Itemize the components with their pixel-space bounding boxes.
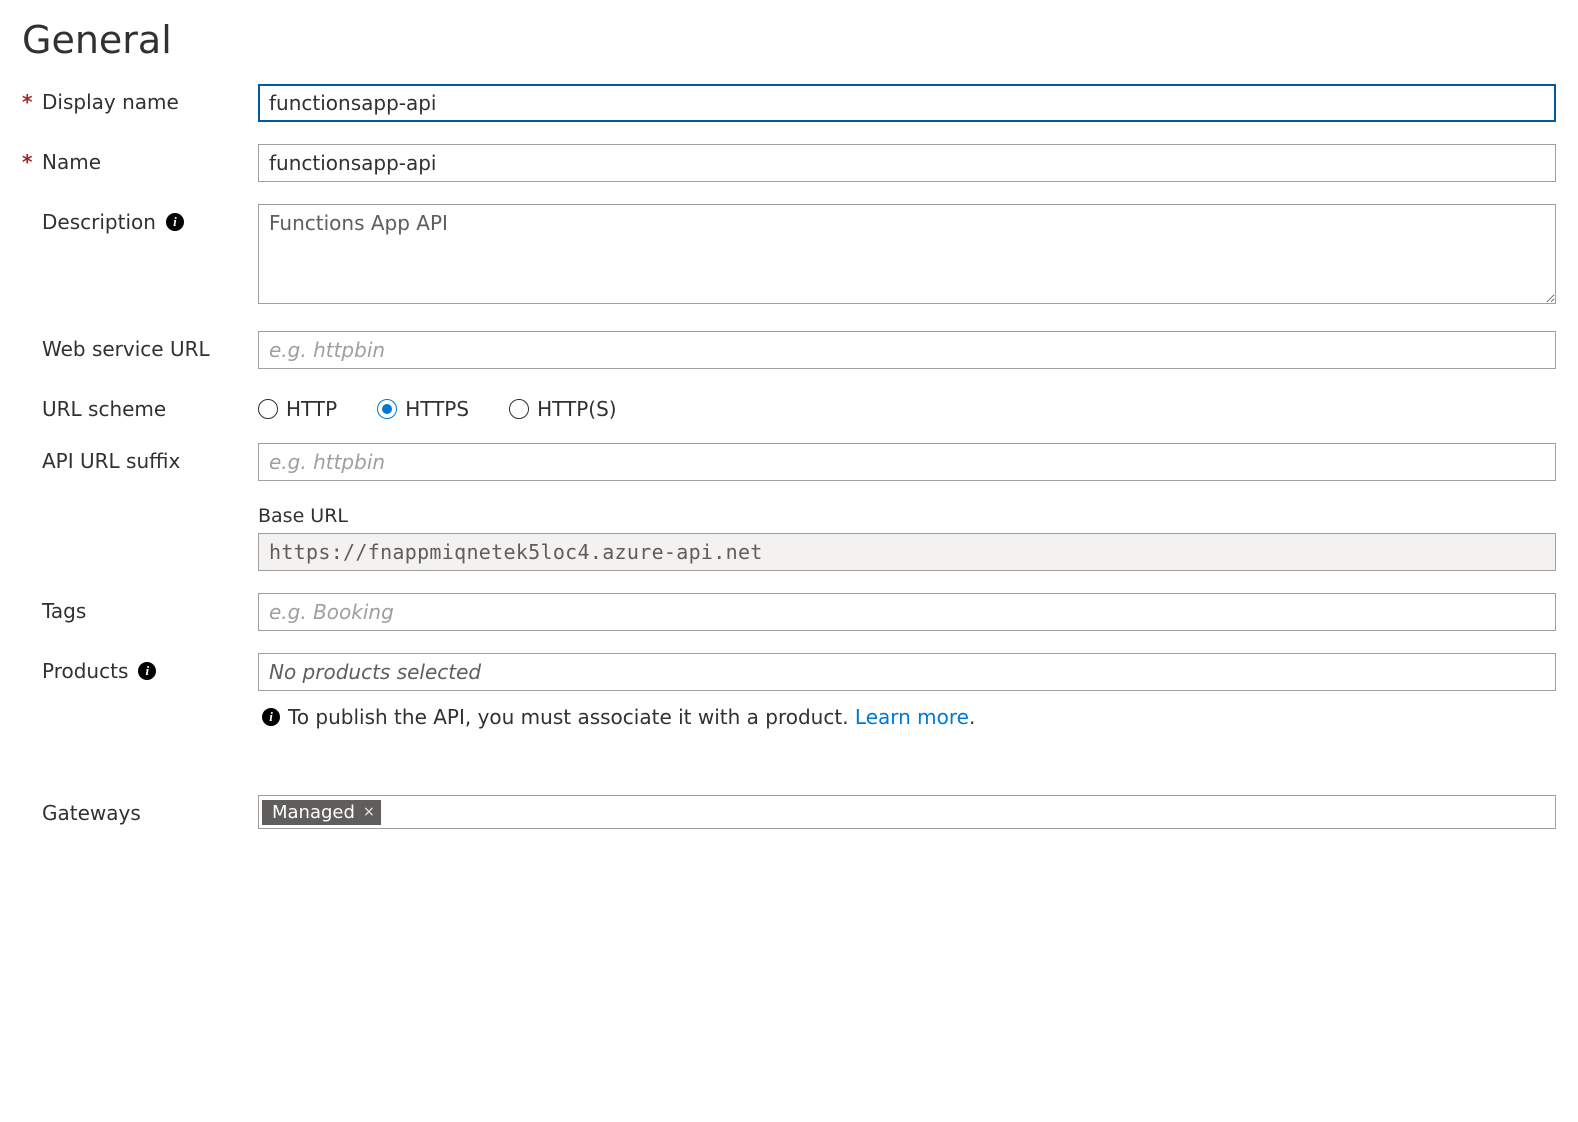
required-asterisk: * bbox=[22, 150, 36, 174]
products-label: Products bbox=[42, 659, 128, 683]
radio-icon bbox=[509, 399, 529, 419]
info-icon: i bbox=[262, 708, 280, 726]
products-combobox[interactable]: No products selected bbox=[258, 653, 1556, 691]
radio-label: HTTP bbox=[286, 397, 337, 421]
tags-input[interactable] bbox=[258, 593, 1556, 631]
url-scheme-option-http[interactable]: HTTP bbox=[258, 397, 337, 421]
url-scheme-option-http-s[interactable]: HTTP(S) bbox=[509, 397, 616, 421]
url-scheme-radiogroup: HTTP HTTPS HTTP(S) bbox=[258, 391, 1556, 421]
api-url-suffix-label: API URL suffix bbox=[42, 449, 180, 473]
radio-icon bbox=[377, 399, 397, 419]
name-input bbox=[258, 144, 1556, 182]
description-label: Description bbox=[42, 210, 156, 234]
base-url-value: https://fnappmiqnetek5loc4.azure-api.net bbox=[258, 533, 1556, 571]
helper-trailing: . bbox=[969, 705, 975, 729]
radio-label: HTTPS bbox=[405, 397, 469, 421]
url-scheme-option-https[interactable]: HTTPS bbox=[377, 397, 469, 421]
learn-more-link[interactable]: Learn more bbox=[855, 705, 969, 729]
section-title: General bbox=[22, 18, 1556, 62]
products-helper-text: To publish the API, you must associate i… bbox=[288, 705, 855, 729]
display-name-input[interactable] bbox=[258, 84, 1556, 122]
name-label: Name bbox=[42, 150, 101, 174]
display-name-label: Display name bbox=[42, 90, 179, 114]
gateway-chip: Managed × bbox=[262, 800, 381, 825]
gateway-chip-label: Managed bbox=[272, 802, 355, 823]
close-icon[interactable]: × bbox=[363, 804, 375, 820]
gateways-label: Gateways bbox=[42, 801, 141, 825]
base-url-label: Base URL bbox=[258, 505, 1556, 527]
gateways-input[interactable]: Managed × bbox=[258, 795, 1556, 829]
api-url-suffix-input[interactable] bbox=[258, 443, 1556, 481]
info-icon[interactable]: i bbox=[166, 213, 184, 231]
radio-icon bbox=[258, 399, 278, 419]
general-form: * Display name * Name Description i Func… bbox=[22, 84, 1556, 829]
tags-label: Tags bbox=[42, 599, 86, 623]
radio-label: HTTP(S) bbox=[537, 397, 616, 421]
products-helper: i To publish the API, you must associate… bbox=[258, 705, 1556, 729]
description-input[interactable]: Functions App API bbox=[258, 204, 1556, 304]
required-asterisk: * bbox=[22, 90, 36, 114]
url-scheme-label: URL scheme bbox=[42, 397, 166, 421]
web-service-url-input[interactable] bbox=[258, 331, 1556, 369]
info-icon[interactable]: i bbox=[138, 662, 156, 680]
web-service-url-label: Web service URL bbox=[42, 337, 210, 361]
